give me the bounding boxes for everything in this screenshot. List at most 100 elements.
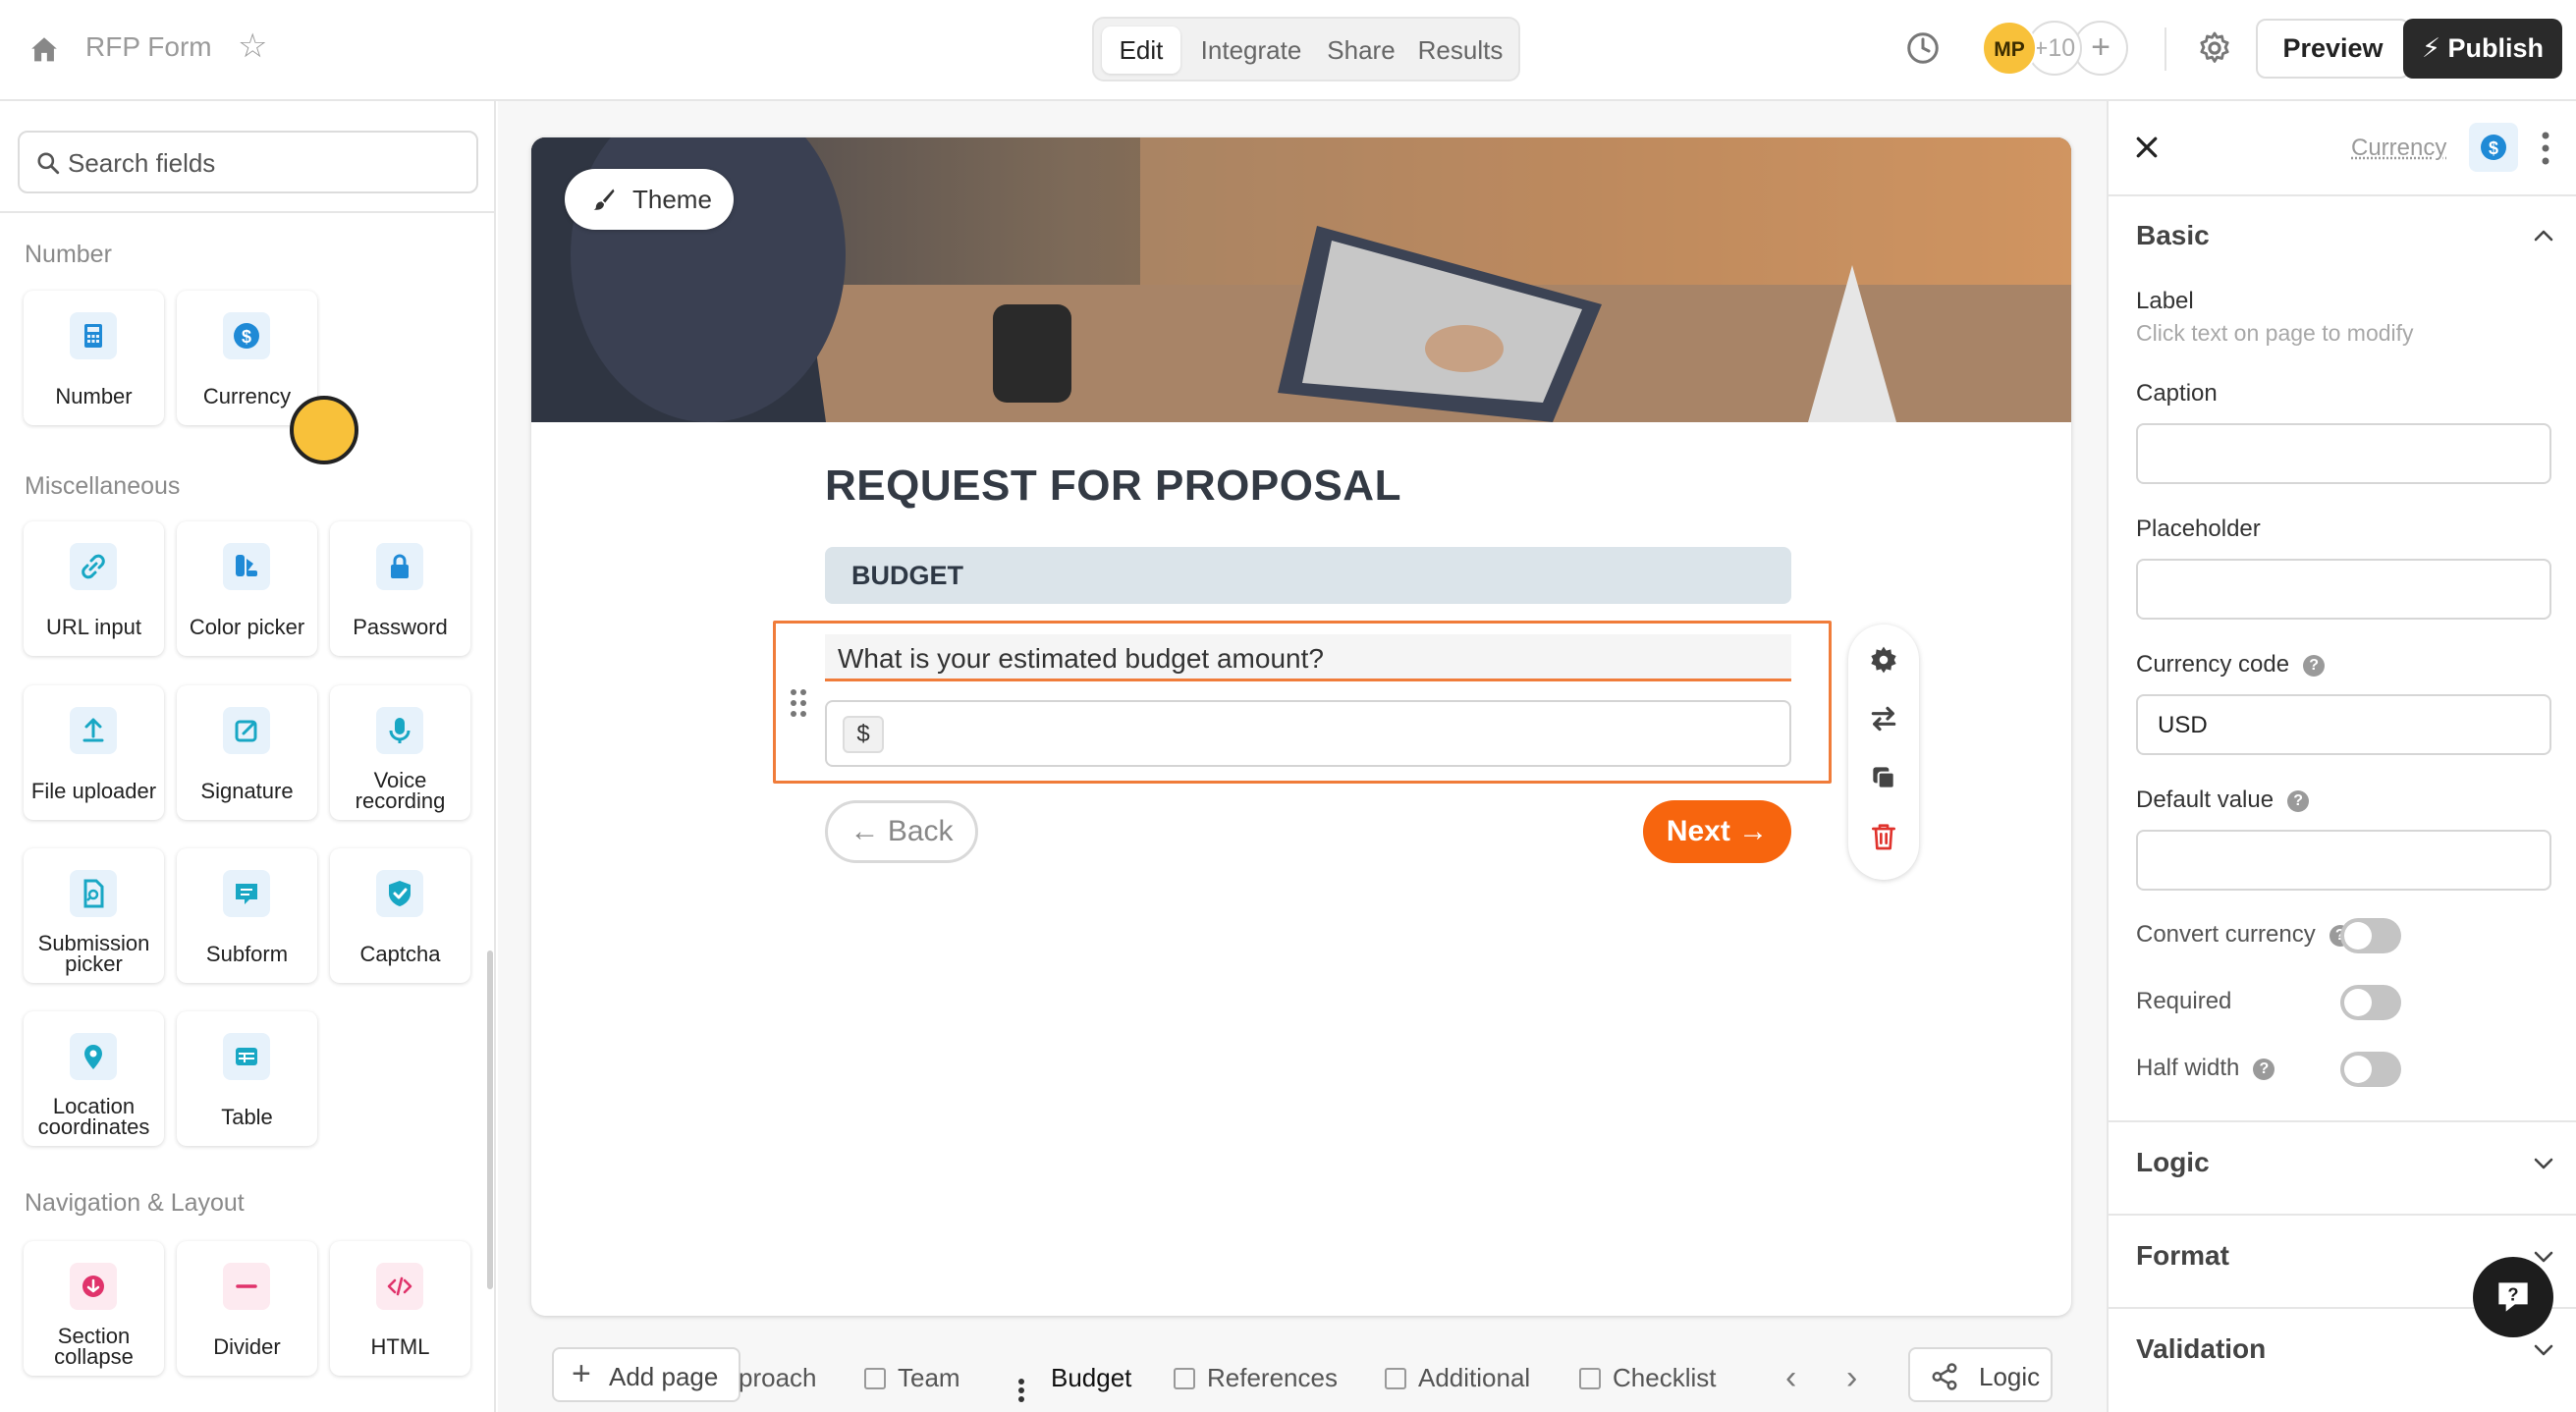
help-icon[interactable]: ? <box>2303 655 2326 677</box>
form-name[interactable]: RFP Form <box>85 31 212 63</box>
star-icon[interactable]: ☆ <box>238 29 267 63</box>
field-card-subform[interactable]: Subform <box>177 848 317 983</box>
half-width-toggle[interactable] <box>2340 1052 2401 1087</box>
kebab-icon[interactable] <box>1017 1378 1025 1403</box>
publish-button[interactable]: ⚡ Publish <box>2403 19 2562 79</box>
validation-section-title[interactable]: Validation <box>2136 1333 2266 1365</box>
logic-section-title[interactable]: Logic <box>2136 1147 2210 1178</box>
next-button[interactable]: Next → <box>1643 800 1791 863</box>
table-icon <box>223 1033 270 1080</box>
field-card-signature[interactable]: Signature <box>177 685 317 820</box>
field-card-voice-recording[interactable]: Voice recording <box>330 685 470 820</box>
field-card-file-uploader[interactable]: File uploader <box>24 685 164 820</box>
page-tab-approach[interactable]: proach <box>739 1363 817 1393</box>
calculator-icon <box>70 312 117 359</box>
search-placeholder: Search fields <box>68 148 216 178</box>
duplicate-icon[interactable] <box>1868 762 1899 793</box>
field-card-divider[interactable]: Divider <box>177 1241 317 1376</box>
page-tab-references[interactable]: References <box>1174 1363 1338 1393</box>
chevron-down-icon[interactable] <box>2533 1157 2554 1170</box>
field-card-url-input[interactable]: URL input <box>24 521 164 656</box>
form-title[interactable]: REQUEST FOR PROPOSAL <box>825 462 1401 511</box>
required-toggle[interactable] <box>2340 985 2401 1020</box>
card-label: Currency <box>202 384 292 408</box>
page-tab-label: Checklist <box>1613 1363 1717 1392</box>
convert-currency-row: Convert currency? <box>2136 921 2351 949</box>
format-section-title[interactable]: Format <box>2136 1240 2229 1272</box>
field-card-currency[interactable]: $ Currency <box>177 291 317 425</box>
close-icon[interactable] <box>2132 133 2162 162</box>
header-image: Theme <box>531 137 2071 422</box>
section-header[interactable]: BUDGET <box>825 547 1791 604</box>
question-label[interactable]: What is your estimated budget amount? <box>825 634 1791 681</box>
field-palette: Search fields Number Number $ Currency M… <box>0 101 496 1412</box>
preview-button[interactable]: Preview <box>2256 19 2410 79</box>
card-label-line-2: coordinates <box>37 1114 150 1139</box>
avatar[interactable]: MP <box>1982 21 2037 76</box>
divider <box>2109 194 2576 196</box>
page-tab-checklist[interactable]: Checklist <box>1579 1363 1716 1393</box>
currency-code-value: USD <box>2158 712 2208 738</box>
theme-button[interactable]: Theme <box>565 169 734 230</box>
card-label: Color picker <box>189 615 305 639</box>
field-card-color-picker[interactable]: Color picker <box>177 521 317 656</box>
field-card-number[interactable]: Number <box>24 291 164 425</box>
help-icon[interactable]: ? <box>2253 1059 2275 1080</box>
trash-icon[interactable] <box>1868 821 1899 852</box>
add-page-button[interactable]: + Add page <box>552 1347 740 1402</box>
convert-currency-toggle[interactable] <box>2340 918 2401 953</box>
chevron-up-icon[interactable] <box>2533 229 2554 243</box>
logic-button[interactable]: Logic <box>1908 1347 2053 1402</box>
drag-handle-icon[interactable] <box>788 687 809 719</box>
page-tab-additional[interactable]: Additional <box>1385 1363 1530 1393</box>
chevron-down-icon[interactable] <box>2533 1250 2554 1264</box>
field-card-location-coordinates[interactable]: Location coordinates <box>24 1011 164 1146</box>
dollar-icon: $ <box>223 312 270 359</box>
field-type-label[interactable]: Currency <box>2351 135 2446 162</box>
pointer-indicator <box>290 396 358 464</box>
placeholder-title: Placeholder <box>2136 516 2261 542</box>
page-tab-budget[interactable]: Budget <box>1051 1363 1131 1393</box>
default-value-field[interactable] <box>2136 830 2551 891</box>
tab-edit[interactable]: Edit <box>1102 27 1180 74</box>
circle-arrow-down-icon <box>70 1263 117 1310</box>
sidebar-scrollbar[interactable] <box>487 950 493 1289</box>
tab-share[interactable]: Share <box>1318 27 1404 74</box>
basic-section-title[interactable]: Basic <box>2136 220 2210 251</box>
home-icon[interactable] <box>27 33 61 67</box>
tab-results[interactable]: Results <box>1410 27 1510 74</box>
chevron-left-icon[interactable]: ‹ <box>1785 1359 1796 1397</box>
chevron-down-icon[interactable] <box>2533 1343 2554 1357</box>
gear-icon[interactable] <box>2196 29 2233 67</box>
tab-integrate[interactable]: Integrate <box>1188 27 1314 74</box>
swap-icon[interactable] <box>1868 703 1899 734</box>
field-card-captcha[interactable]: Captcha <box>330 848 470 983</box>
currency-code-field[interactable]: USD <box>2136 694 2551 755</box>
kebab-icon[interactable] <box>2541 131 2550 166</box>
section-heading-navigation-layout: Navigation & Layout <box>25 1189 245 1217</box>
search-input[interactable]: Search fields <box>18 131 478 193</box>
budget-amount-input[interactable]: $ <box>825 700 1791 767</box>
field-card-table[interactable]: Table <box>177 1011 317 1146</box>
field-card-password[interactable]: Password <box>330 521 470 656</box>
help-chat-button[interactable]: ? <box>2473 1257 2553 1337</box>
history-icon[interactable] <box>1905 30 1941 66</box>
field-card-submission-picker[interactable]: Submission picker <box>24 848 164 983</box>
label-hint: Click text on page to modify <box>2136 320 2414 346</box>
half-width-title: Half width <box>2136 1055 2240 1081</box>
shield-check-icon <box>376 870 423 917</box>
card-label-line-1: Voice <box>373 768 427 792</box>
placeholder-field[interactable] <box>2136 559 2551 620</box>
half-width-row: Half width? <box>2136 1055 2275 1082</box>
caption-field[interactable] <box>2136 423 2551 484</box>
chevron-right-icon[interactable]: › <box>1846 1359 1857 1397</box>
gear-icon[interactable] <box>1868 644 1899 676</box>
search-icon <box>37 152 60 175</box>
field-card-section-collapse[interactable]: Section collapse <box>24 1241 164 1376</box>
page-tab-team[interactable]: Team <box>864 1363 960 1393</box>
page-icon <box>864 1368 886 1389</box>
help-icon[interactable]: ? <box>2287 790 2310 812</box>
field-card-html[interactable]: HTML <box>330 1241 470 1376</box>
back-button[interactable]: ← Back <box>825 800 978 863</box>
question-text: What is your estimated budget amount? <box>838 643 1324 674</box>
